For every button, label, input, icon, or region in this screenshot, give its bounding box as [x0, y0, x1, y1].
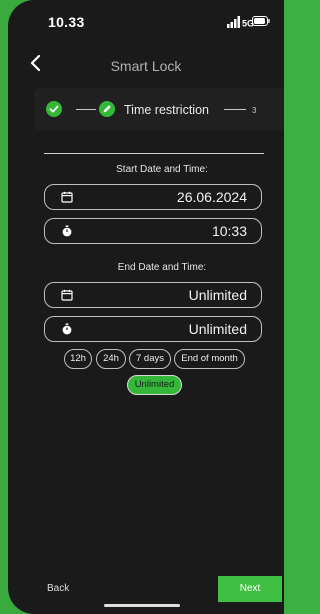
start-section-label: Start Date and Time:	[116, 164, 208, 175]
calendar-icon	[61, 289, 73, 301]
end-date-value: Unlimited	[188, 287, 247, 303]
end-time-field[interactable]: Unlimited	[44, 316, 262, 342]
end-date-field[interactable]: Unlimited	[44, 282, 262, 308]
phone-frame: 10.33 5G Smart Lock Time restriction 3 S…	[0, 0, 284, 614]
home-indicator	[104, 604, 180, 607]
signal-icon: 5G	[227, 16, 254, 28]
stepper-connector	[76, 109, 96, 110]
chip-unlimited[interactable]: Unlimited	[127, 375, 182, 395]
start-date-field[interactable]: 26.06.2024	[44, 184, 262, 210]
battery-icon	[252, 16, 270, 26]
start-date-value: 26.06.2024	[176, 189, 247, 205]
end-time-value: Unlimited	[188, 321, 247, 337]
chip-24h[interactable]: 24h	[96, 349, 126, 369]
step-current-label: Time restriction	[124, 103, 209, 117]
back-button[interactable]: Back	[47, 583, 69, 594]
calendar-icon	[61, 191, 73, 203]
chip-end-of-month[interactable]: End of month	[174, 349, 245, 369]
step-2-current	[99, 101, 115, 117]
stopwatch-icon	[62, 225, 72, 237]
stepper-connector	[224, 109, 246, 110]
stopwatch-icon	[62, 323, 72, 335]
chip-12h[interactable]: 12h	[64, 349, 92, 369]
status-bar: 10.33 5G	[8, 0, 284, 46]
end-section-label: End Date and Time:	[117, 262, 207, 273]
step-3-number: 3	[252, 106, 257, 115]
status-time: 10.33	[48, 14, 85, 30]
pencil-icon	[103, 105, 111, 113]
start-time-value: 10:33	[211, 223, 247, 239]
step-1-done	[46, 101, 62, 117]
next-button[interactable]: Next	[218, 576, 282, 602]
section-divider	[44, 153, 264, 154]
app-screen: 10.33 5G Smart Lock Time restriction 3 S…	[8, 0, 284, 614]
chip-7-days[interactable]: 7 days	[129, 349, 171, 369]
check-icon	[49, 105, 59, 113]
start-time-field[interactable]: 10:33	[44, 218, 262, 244]
page-title: Smart Lock	[110, 58, 182, 74]
